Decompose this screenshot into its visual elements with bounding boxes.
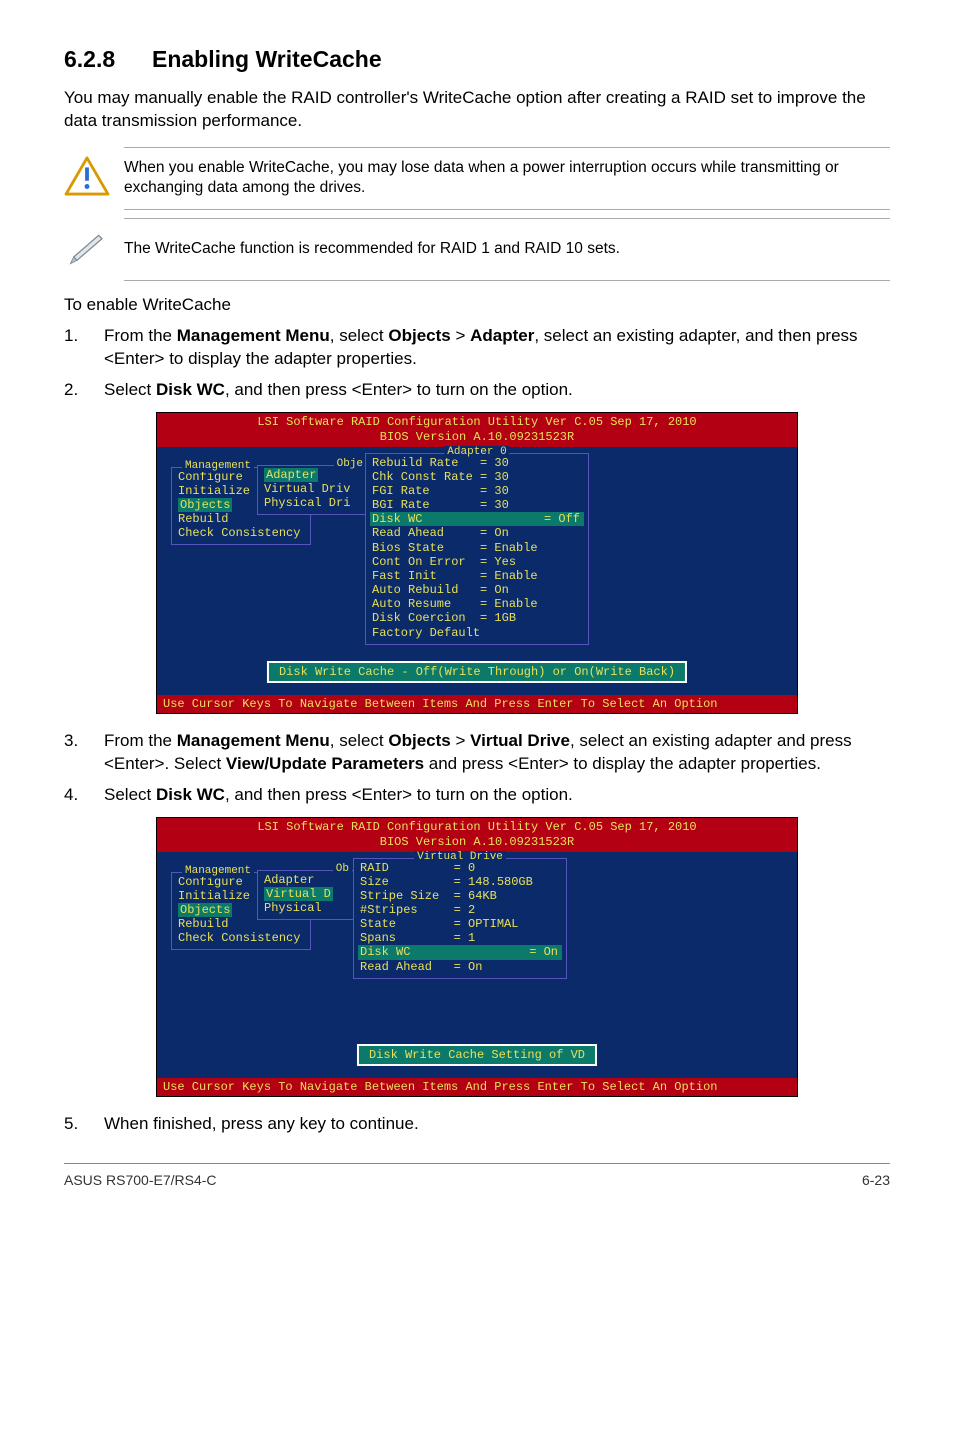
virtual-drive-properties-box: Virtual Drive RAID = 0Size = 148.580GBSt… bbox=[353, 858, 567, 979]
section-number: 6.2.8 bbox=[64, 46, 152, 73]
note-icon bbox=[64, 227, 110, 272]
objects-menu-item[interactable]: Objects bbox=[178, 903, 232, 917]
property-row: Read Ahead = On bbox=[360, 960, 560, 974]
section-title: Enabling WriteCache bbox=[152, 46, 382, 72]
property-row: State = OPTIMAL bbox=[360, 917, 560, 931]
step-5: 5. When finished, press any key to conti… bbox=[64, 1113, 890, 1136]
property-row: Bios State = Enable bbox=[372, 541, 582, 555]
step-4: 4. Select Disk WC, and then press <Enter… bbox=[64, 784, 890, 807]
property-row: Size = 148.580GB bbox=[360, 875, 560, 889]
warning-icon bbox=[64, 156, 110, 201]
bios-screenshot-adapter: LSI Software RAID Configuration Utility … bbox=[156, 412, 798, 714]
property-row: Cont On Error = Yes bbox=[372, 555, 582, 569]
status-message: Disk Write Cache - Off(Write Through) or… bbox=[267, 661, 687, 683]
property-row: Auto Rebuild = On bbox=[372, 583, 582, 597]
step-2: 2. Select Disk WC, and then press <Enter… bbox=[64, 379, 890, 402]
bios-footer: Use Cursor Keys To Navigate Between Item… bbox=[157, 1078, 797, 1096]
adapter-submenu-item[interactable]: Adapter bbox=[264, 468, 318, 482]
property-row: Auto Resume = Enable bbox=[372, 597, 582, 611]
section-heading: 6.2.8Enabling WriteCache bbox=[64, 46, 890, 73]
step-1: 1. From the Management Menu, select Obje… bbox=[64, 325, 890, 371]
property-row: Spans = 1 bbox=[360, 931, 560, 945]
property-row: Read Ahead = On bbox=[372, 526, 582, 540]
note-text: The WriteCache function is recommended f… bbox=[124, 239, 620, 259]
bios-header: LSI Software RAID Configuration Utility … bbox=[157, 413, 797, 447]
property-row: RAID = 0 bbox=[360, 861, 560, 875]
objects-submenu-box: Obje Adapter Virtual Driv Physical Dri bbox=[257, 465, 373, 515]
property-row: Factory Default bbox=[372, 626, 582, 640]
footer-page-number: 6-23 bbox=[862, 1172, 890, 1188]
bios-header: LSI Software RAID Configuration Utility … bbox=[157, 818, 797, 852]
objects-submenu-box: Ob Adapter Virtual D Physical bbox=[257, 870, 359, 920]
property-row: Rebuild Rate = 30 bbox=[372, 456, 582, 470]
disk-wc-row[interactable]: Disk WC= On bbox=[358, 945, 562, 959]
disk-wc-row[interactable]: Disk WC= Off bbox=[370, 512, 584, 526]
property-row: #Stripes = 2 bbox=[360, 903, 560, 917]
virtual-drive-submenu-item[interactable]: Virtual D bbox=[264, 887, 333, 901]
property-row: Disk Coercion = 1GB bbox=[372, 611, 582, 625]
property-row: BGI Rate = 30 bbox=[372, 498, 582, 512]
adapter-properties-box: Adapter 0 Rebuild Rate = 30Chk Const Rat… bbox=[365, 453, 589, 645]
step-3: 3. From the Management Menu, select Obje… bbox=[64, 730, 890, 776]
bios-screenshot-virtual-drive: LSI Software RAID Configuration Utility … bbox=[156, 817, 798, 1097]
status-message: Disk Write Cache Setting of VD bbox=[357, 1044, 597, 1066]
warning-text: When you enable WriteCache, you may lose… bbox=[124, 158, 890, 198]
procedure-heading: To enable WriteCache bbox=[64, 295, 890, 315]
property-row: Fast Init = Enable bbox=[372, 569, 582, 583]
footer-product: ASUS RS700-E7/RS4-C bbox=[64, 1172, 217, 1188]
property-row: Stripe Size = 64KB bbox=[360, 889, 560, 903]
bios-footer: Use Cursor Keys To Navigate Between Item… bbox=[157, 695, 797, 713]
intro-paragraph: You may manually enable the RAID control… bbox=[64, 87, 890, 133]
property-row: Chk Const Rate = 30 bbox=[372, 470, 582, 484]
property-row: FGI Rate = 30 bbox=[372, 484, 582, 498]
objects-menu-item[interactable]: Objects bbox=[178, 498, 232, 512]
